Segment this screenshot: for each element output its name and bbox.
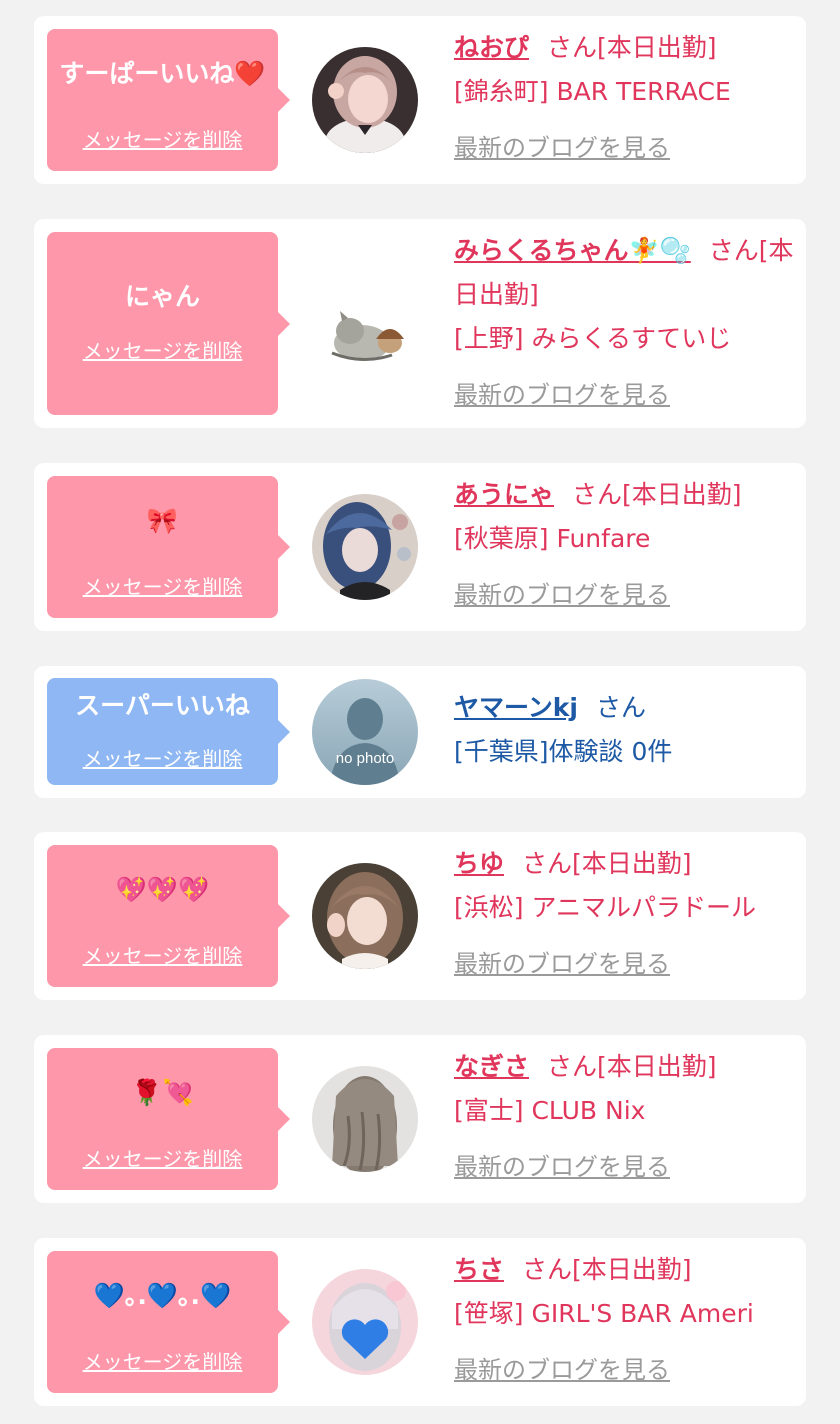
avatar[interactable] [312, 273, 418, 379]
user-suffix: さん[本日出勤] [522, 1255, 692, 1284]
message-bubble: すーぱーいいね❤️ メッセージを削除 [47, 29, 290, 171]
latest-blog-link[interactable]: 最新のブログを見る [454, 1145, 794, 1189]
delete-message-link[interactable]: メッセージを削除 [47, 127, 278, 153]
shop-label: [笹塚] GIRL'S BAR Ameri [454, 1299, 754, 1328]
delete-message-link[interactable]: メッセージを削除 [47, 943, 278, 969]
message-text: すーぱーいいね❤️ [59, 59, 266, 88]
user-info: みらくるちゃん🧚🫧 さん[本日出勤] [上野] みらくるすていじ 最新のブログを見… [454, 229, 794, 417]
message-bubble: にゃん メッセージを削除 [47, 232, 290, 415]
latest-blog-link[interactable]: 最新のブログを見る [454, 1348, 794, 1392]
avatar[interactable] [312, 863, 418, 969]
avatar[interactable] [312, 1066, 418, 1172]
message-bubble: 🌹💘 メッセージを削除 [47, 1048, 290, 1190]
user-name-link[interactable]: なぎさ [454, 1052, 529, 1081]
no-photo-text: no photo [336, 750, 394, 767]
message-text: 💙｡.💙｡.💙 [93, 1281, 232, 1310]
user-suffix: さん[本日出勤] [572, 480, 742, 509]
latest-blog-link[interactable]: 最新のブログを見る [454, 373, 794, 417]
delete-message-link[interactable]: メッセージを削除 [47, 1349, 278, 1375]
user-info: あうにゃ さん[本日出勤] [秋葉原] Funfare 最新のブログを見る [454, 473, 794, 617]
delete-message-link[interactable]: メッセージを削除 [47, 1146, 278, 1172]
avatar[interactable] [312, 494, 418, 600]
shop-label: [富士] CLUB Nix [454, 1096, 646, 1125]
list-item: スーパーいいね メッセージを削除 no photo ヤマーンkj さん [千葉県]… [34, 666, 806, 798]
user-suffix: さん [595, 693, 646, 722]
user-name-link[interactable]: ちゆ [454, 849, 504, 878]
delete-message-link[interactable]: メッセージを削除 [47, 338, 278, 364]
message-bubble: 🎀 メッセージを削除 [47, 476, 290, 618]
shop-label: [錦糸町] BAR TERRACE [454, 77, 731, 106]
user-name-link[interactable]: ちさ [454, 1255, 504, 1284]
list-item: 💖💖💖 メッセージを削除 ちゆ さん[本日出勤] [浜松] アニマルパラドール 最… [34, 832, 806, 1000]
latest-blog-link[interactable]: 最新のブログを見る [454, 942, 794, 986]
delete-message-link[interactable]: メッセージを削除 [47, 574, 278, 600]
user-suffix: さん[本日出勤] [547, 1052, 717, 1081]
avatar[interactable]: no photo [312, 679, 418, 785]
message-text: 🎀 [146, 506, 179, 535]
latest-blog-link[interactable]: 最新のブログを見る [454, 573, 794, 617]
user-info: ヤマーンkj さん [千葉県]体験談 0件 [454, 686, 794, 774]
message-bubble: スーパーいいね メッセージを削除 [47, 678, 290, 785]
user-info: ちゆ さん[本日出勤] [浜松] アニマルパラドール 最新のブログを見る [454, 842, 794, 986]
list-item: 💙｡.💙｡.💙 メッセージを削除 ちさ さん[本日出勤] [笹塚] GIRL'S … [34, 1238, 806, 1406]
message-text: スーパーいいね [75, 691, 250, 720]
avatar[interactable] [312, 1269, 418, 1375]
user-info: ねおぴ さん[本日出勤] [錦糸町] BAR TERRACE 最新のブログを見る [454, 26, 794, 170]
list-item: すーぱーいいね❤️ メッセージを削除 ねおぴ さん[本日出勤] [錦糸町] BAR… [34, 16, 806, 184]
shop-label: [浜松] アニマルパラドール [454, 893, 756, 922]
message-text: 🌹💘 [131, 1078, 194, 1107]
user-name-link[interactable]: あうにゃ [454, 480, 554, 509]
avatar[interactable] [312, 47, 418, 153]
latest-blog-link[interactable]: 最新のブログを見る [454, 126, 794, 170]
user-info: なぎさ さん[本日出勤] [富士] CLUB Nix 最新のブログを見る [454, 1045, 794, 1189]
message-text: にゃん [124, 282, 200, 311]
delete-message-link[interactable]: メッセージを削除 [47, 746, 278, 772]
message-text: 💖💖💖 [115, 875, 210, 904]
user-name-link[interactable]: ヤマーンkj [454, 693, 578, 722]
list-item: にゃん メッセージを削除 みらくるちゃん🧚🫧 さん[本日出勤] [上野] みらくる… [34, 219, 806, 428]
user-suffix: さん[本日出勤] [522, 849, 692, 878]
user-name-link[interactable]: ねおぴ [454, 33, 529, 62]
user-suffix: さん[本日出勤] [547, 33, 717, 62]
shop-label: [千葉県]体験談 0件 [454, 737, 673, 766]
shop-label: [上野] みらくるすていじ [454, 324, 732, 353]
message-bubble: 💖💖💖 メッセージを削除 [47, 845, 290, 987]
list-item: 🌹💘 メッセージを削除 なぎさ さん[本日出勤] [富士] CLUB Nix 最新… [34, 1035, 806, 1203]
user-info: ちさ さん[本日出勤] [笹塚] GIRL'S BAR Ameri 最新のブログを… [454, 1248, 794, 1392]
list-item: 🎀 メッセージを削除 あうにゃ さん[本日出勤] [秋葉原] Funfare 最新… [34, 463, 806, 631]
message-bubble: 💙｡.💙｡.💙 メッセージを削除 [47, 1251, 290, 1393]
shop-label: [秋葉原] Funfare [454, 524, 651, 553]
user-name-link[interactable]: みらくるちゃん🧚🫧 [454, 236, 691, 265]
